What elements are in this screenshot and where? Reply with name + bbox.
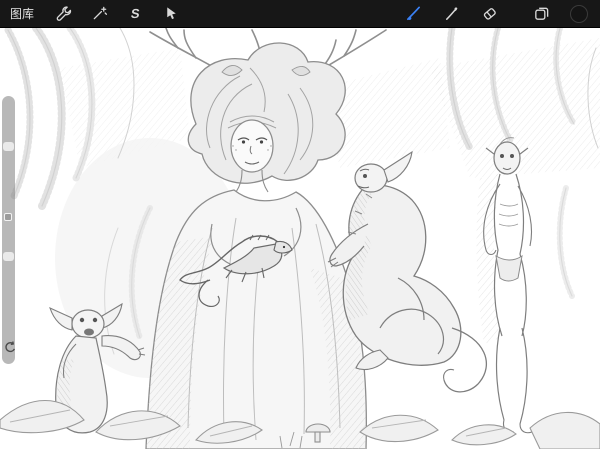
- brush-size-slider[interactable]: [3, 142, 14, 151]
- transform-button[interactable]: [160, 3, 182, 25]
- selection-button[interactable]: S: [124, 3, 146, 25]
- canvas[interactable]: [0, 28, 600, 449]
- layers-icon: [533, 5, 550, 22]
- color-button[interactable]: [568, 3, 590, 25]
- smudge-finger-icon: [443, 5, 460, 22]
- canvas-artwork[interactable]: [0, 28, 600, 449]
- opacity-slider[interactable]: [3, 252, 14, 261]
- adjustments-button[interactable]: [88, 3, 110, 25]
- sidebar-slider-bar: [2, 96, 15, 364]
- procreate-app: 图库 S: [0, 0, 600, 449]
- smudge-tool-button[interactable]: [440, 3, 462, 25]
- erase-tool-button[interactable]: [478, 3, 500, 25]
- left-tool-group: 图库 S: [10, 3, 182, 25]
- selection-s-icon: S: [130, 6, 141, 21]
- magic-wand-icon: [91, 5, 108, 22]
- actions-button[interactable]: [52, 3, 74, 25]
- wrench-icon: [55, 5, 72, 22]
- modify-button[interactable]: [4, 213, 12, 221]
- paint-tool-button[interactable]: [402, 3, 424, 25]
- layers-button[interactable]: [530, 3, 552, 25]
- undo-arrow-icon: [3, 341, 17, 355]
- current-color-swatch: [570, 5, 588, 23]
- gallery-button[interactable]: 图库: [10, 5, 38, 22]
- undo-button[interactable]: [3, 340, 19, 356]
- right-tool-group: [402, 3, 590, 25]
- top-toolbar: 图库 S: [0, 0, 600, 28]
- paint-brush-icon: [405, 5, 422, 22]
- transform-arrow-icon: [163, 5, 180, 22]
- eraser-icon: [481, 5, 498, 22]
